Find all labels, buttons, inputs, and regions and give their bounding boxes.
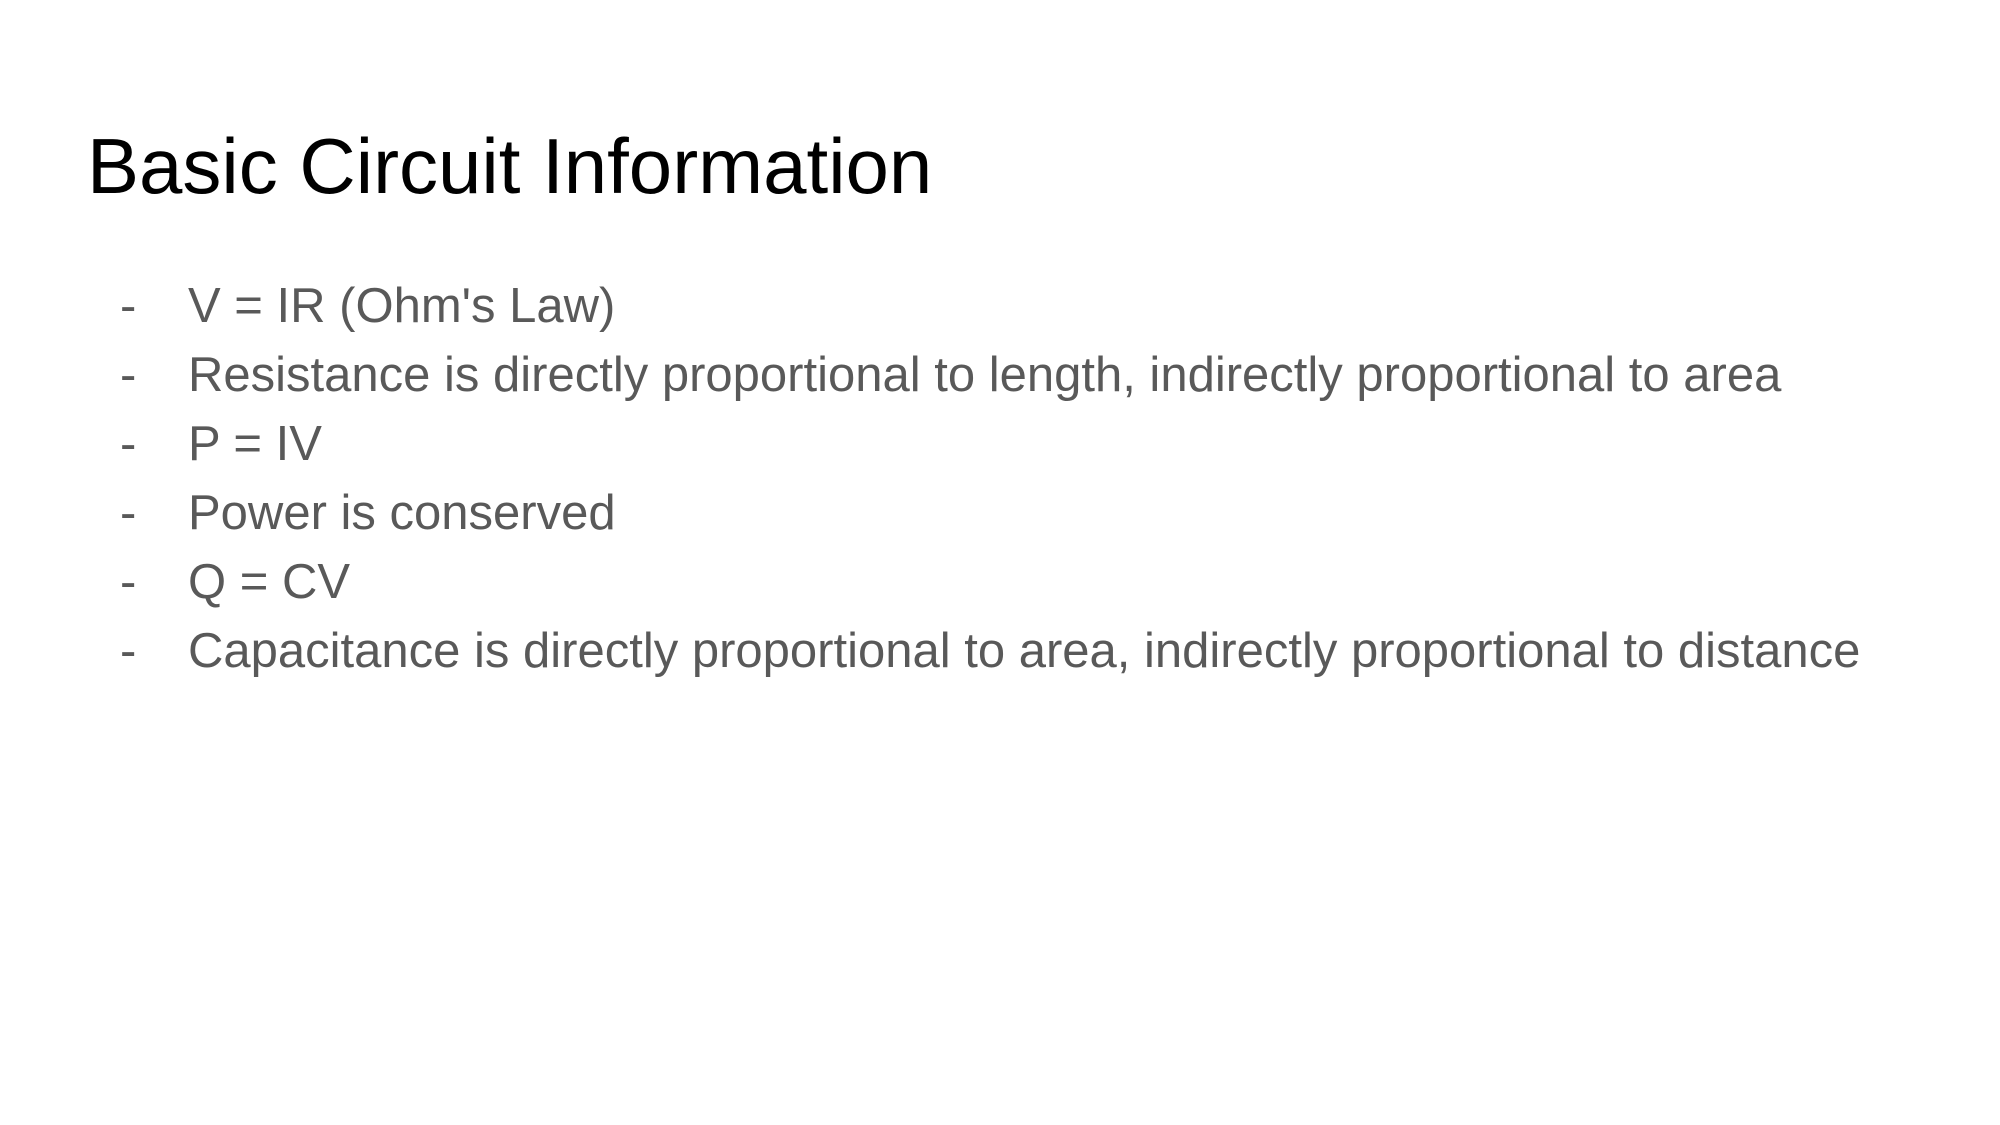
bullet-marker: - [120, 417, 137, 471]
bullet-marker: - [120, 348, 137, 402]
bullet-marker: - [120, 486, 137, 540]
bullet-text: V = IR (Ohm's Law) [188, 279, 616, 333]
bullet-marker: - [120, 555, 137, 609]
bullet-marker: - [120, 624, 137, 678]
bullet-text: P = IV [188, 417, 322, 471]
bullet-text: Resistance is directly proportional to l… [188, 348, 1782, 402]
slide: Basic Circuit Information - V = IR (Ohm'… [0, 0, 2000, 1125]
slide-title: Basic Circuit Information [87, 122, 933, 210]
bullet-text: Capacitance is directly proportional to … [188, 624, 1861, 678]
bullet-marker: - [120, 279, 137, 333]
bullet-text: Q = CV [188, 555, 351, 609]
bullet-text: Power is conserved [188, 486, 616, 540]
